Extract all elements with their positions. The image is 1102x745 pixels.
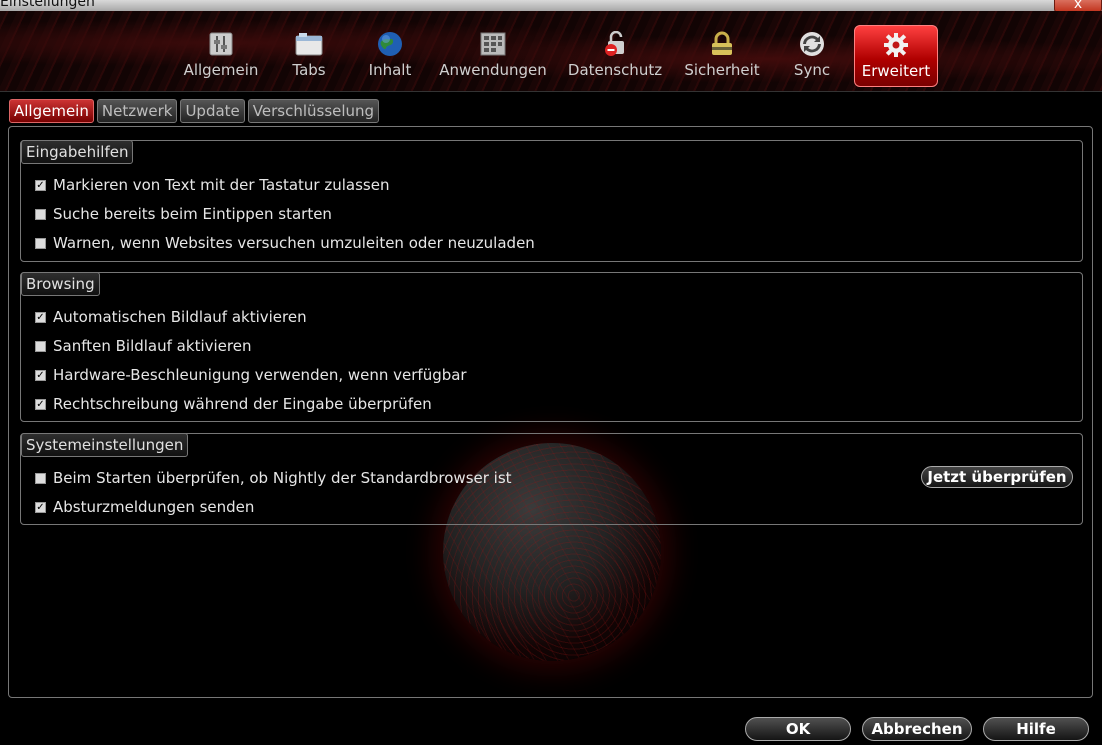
pane-tabs[interactable]: Tabs (284, 25, 334, 87)
pane-label: Sicherheit (684, 61, 760, 79)
option-label: Warnen, wenn Websites versuchen umzuleit… (53, 234, 535, 252)
option-label: Suche bereits beim Eintippen starten (53, 205, 332, 223)
option-label: Rechtschreibung während der Eingabe über… (53, 395, 432, 413)
pane-sync[interactable]: Sync (785, 25, 839, 87)
option-label: Absturzmeldungen senden (53, 498, 255, 516)
tab-allgemein[interactable]: Allgemein (9, 99, 94, 123)
check-now-button[interactable]: Jetzt überprüfen (921, 466, 1073, 488)
checkbox[interactable]: ✓ (35, 398, 46, 410)
window-titlebar: Einstellungen x (0, 0, 1102, 11)
option-hardware-acceleration[interactable]: ✓ Hardware-Beschleunigung verwenden, wen… (35, 366, 467, 384)
checkbox[interactable]: ✓ (35, 369, 46, 381)
group-title: Browsing (21, 272, 100, 296)
pane-label: Tabs (292, 61, 326, 79)
option-text-selection-keyboard[interactable]: ✓ Markieren von Text mit der Tastatur zu… (35, 176, 389, 194)
close-button[interactable]: x (1054, 0, 1102, 11)
checkbox[interactable] (35, 472, 46, 484)
option-label: Automatischen Bildlauf aktivieren (53, 308, 307, 326)
pane-label: Erweitert (861, 62, 931, 80)
tabs-window-icon (295, 31, 323, 57)
option-warn-redirect[interactable]: Warnen, wenn Websites versuchen umzuleit… (35, 234, 535, 252)
pane-erweitert[interactable]: Erweitert (854, 25, 938, 87)
pane-inhalt[interactable]: Inhalt (364, 25, 416, 87)
pane-anwendungen[interactable]: Anwendungen (437, 25, 549, 87)
cancel-button[interactable]: Abbrechen (862, 717, 972, 741)
option-spellcheck[interactable]: ✓ Rechtschreibung während der Eingabe üb… (35, 395, 432, 413)
pane-label: Anwendungen (439, 61, 547, 79)
checkbox[interactable]: ✓ (35, 179, 46, 191)
help-button[interactable]: Hilfe (983, 717, 1089, 741)
settings-panel: Eingabehilfen ✓ Markieren von Text mit d… (8, 126, 1093, 698)
option-search-while-typing[interactable]: Suche bereits beim Eintippen starten (35, 205, 332, 223)
group-systemeinstellungen: Systemeinstellungen Beim Starten überprü… (20, 433, 1083, 525)
checkbox[interactable] (35, 237, 46, 249)
preferences-toolbar: Allgemein Tabs Inhalt Anwendungen Datens… (0, 11, 1102, 92)
pane-datenschutz[interactable]: Datenschutz (565, 25, 665, 87)
window-title: Einstellungen (0, 0, 95, 10)
checkbox[interactable] (35, 208, 46, 220)
ok-button[interactable]: OK (745, 717, 851, 741)
pane-sicherheit[interactable]: Sicherheit (681, 25, 763, 87)
option-label: Markieren von Text mit der Tastatur zula… (53, 176, 390, 194)
option-default-browser-check[interactable]: Beim Starten überprüfen, ob Nightly der … (35, 469, 512, 487)
pane-allgemein[interactable]: Allgemein (181, 25, 261, 87)
option-label: Hardware-Beschleunigung verwenden, wenn … (53, 366, 467, 384)
checkbox[interactable] (35, 340, 46, 352)
pane-label: Sync (793, 61, 831, 79)
switch-panel-icon (207, 31, 235, 57)
advanced-subtabs: Allgemein Netzwerk Update Verschlüsselun… (9, 99, 380, 123)
option-crash-reports[interactable]: ✓ Absturzmeldungen senden (35, 498, 254, 516)
group-browsing: Browsing ✓ Automatischen Bildlauf aktivi… (20, 272, 1083, 422)
option-label: Sanften Bildlauf aktivieren (53, 337, 252, 355)
group-eingabehilfen: Eingabehilfen ✓ Markieren von Text mit d… (20, 140, 1083, 262)
checkbox[interactable]: ✓ (35, 311, 46, 323)
tab-netzwerk[interactable]: Netzwerk (96, 99, 178, 123)
option-label: Beim Starten überprüfen, ob Nightly der … (53, 469, 512, 487)
checkbox[interactable]: ✓ (35, 501, 46, 513)
security-padlock-icon (708, 31, 736, 57)
tab-update[interactable]: Update (180, 99, 245, 123)
option-autoscroll[interactable]: ✓ Automatischen Bildlauf aktivieren (35, 308, 307, 326)
pane-label: Allgemein (183, 61, 259, 79)
applications-grid-icon (479, 31, 507, 57)
privacy-lock-icon (601, 31, 629, 57)
globe-icon (376, 31, 404, 57)
pane-label: Datenschutz (567, 61, 663, 79)
gear-icon (882, 32, 910, 58)
tab-verschluesselung[interactable]: Verschlüsselung (247, 99, 380, 123)
pane-label: Inhalt (368, 61, 412, 79)
option-smooth-scroll[interactable]: Sanften Bildlauf aktivieren (35, 337, 251, 355)
group-title: Eingabehilfen (21, 140, 134, 164)
sync-arrows-icon (798, 31, 826, 57)
group-title: Systemeinstellungen (21, 433, 189, 457)
